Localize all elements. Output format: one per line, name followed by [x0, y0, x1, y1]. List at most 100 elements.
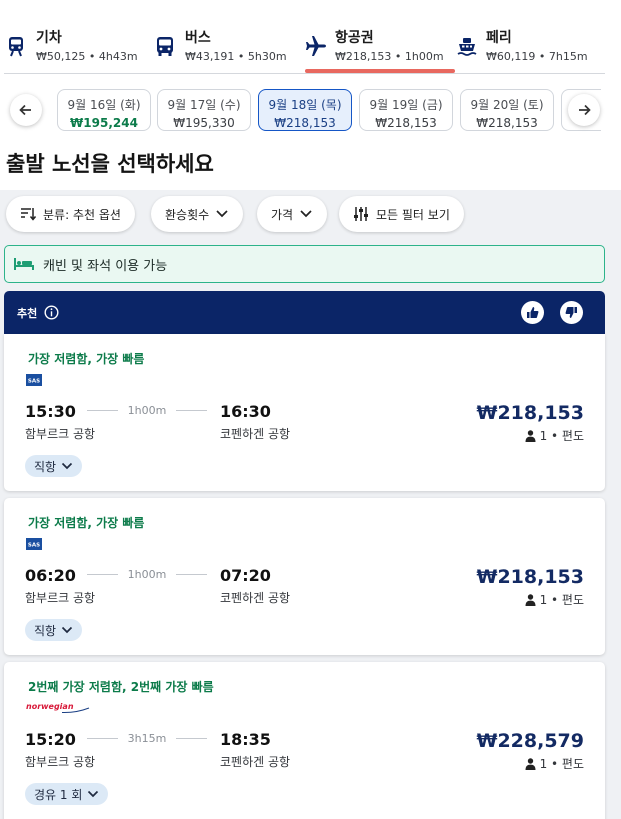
flight-tag: 가장 저렴함, 가장 빠름: [28, 352, 145, 366]
all-filters-button[interactable]: 모든 필터 보기: [339, 196, 464, 232]
ferry-icon: [456, 35, 478, 57]
arrival-airport: 코펜하겐 공항: [220, 427, 291, 441]
sas-logo: SAS: [26, 374, 42, 386]
thumbs-down-icon: [565, 307, 577, 318]
bed-icon: [14, 258, 34, 270]
page-title: 출발 노선을 선택하세요: [6, 152, 214, 176]
thumbs-up-button[interactable]: [521, 301, 544, 324]
stops-toggle[interactable]: 직항: [25, 619, 83, 641]
thumbs-up-icon: [527, 307, 539, 318]
sliders-icon: [354, 207, 368, 221]
active-tab-indicator: [305, 69, 455, 73]
tab-bus-label: 버스: [185, 30, 211, 46]
date-card-date: 9월 20일 (토): [470, 98, 544, 112]
tab-ferry[interactable]: 페리 ₩60,119 • 7h15m: [456, 22, 606, 74]
date-card-date: 9월 19일 (금): [369, 98, 443, 112]
person-icon: [525, 593, 536, 606]
info-icon[interactable]: [44, 305, 59, 320]
tab-ferry-label: 페리: [486, 30, 512, 46]
stops-label: 직항: [34, 623, 57, 638]
cabin-notice-text: 캐빈 및 좌석 이용 가능: [43, 258, 168, 274]
departure-airport: 함부르크 공항: [25, 755, 96, 769]
date-card-price: ₩218,153: [476, 116, 538, 130]
plane-icon: [305, 35, 327, 57]
svg-text:norwegian: norwegian: [26, 702, 74, 711]
bus-icon: [155, 35, 177, 57]
sort-label: 분류: 추천 옵션: [43, 207, 121, 222]
flight-tag: 2번째 가장 저렴함, 2번째 가장 빠름: [28, 680, 214, 694]
recommended-header: 추천: [4, 291, 605, 334]
flight-duration: 1h00m: [87, 568, 207, 581]
price-filter-label: 가격: [271, 207, 294, 222]
arrival-time: 16:30: [220, 402, 271, 421]
chevron-down-icon: [300, 210, 312, 218]
flight-card[interactable]: 2번째 가장 저렴함, 2번째 가장 빠름 norwegian 15:20 3h…: [4, 662, 605, 819]
flight-card[interactable]: 가장 저렴함, 가장 빠름 SAS 06:20 1h00m 07:20 함부르크…: [4, 498, 605, 655]
thumbs-down-button[interactable]: [560, 301, 583, 324]
departure-time: 06:20: [25, 566, 76, 585]
tabs-divider: [4, 73, 605, 74]
tab-train[interactable]: 기차 ₩50,125 • 4h43m: [6, 22, 146, 74]
price-meta: 1 • 편도: [525, 591, 584, 608]
flight-duration: 3h15m: [87, 732, 207, 745]
arrival-airport: 코펜하겐 공항: [220, 591, 291, 605]
person-icon: [525, 757, 536, 770]
departure-airport: 함부르크 공항: [25, 591, 96, 605]
tab-train-summary: ₩50,125 • 4h43m: [36, 50, 138, 63]
date-card-date: 9월 18일 (목): [268, 98, 342, 112]
stops-label: 직항: [34, 459, 57, 474]
departure-time: 15:30: [25, 402, 76, 421]
tab-flight[interactable]: 항공권 ₩218,153 • 1h00m: [305, 22, 455, 74]
date-card-date: 9월 16일 (화): [67, 98, 141, 112]
price-filter[interactable]: 가격: [257, 196, 328, 232]
chevron-down-icon: [88, 790, 99, 798]
chevron-down-icon: [216, 210, 228, 218]
chevron-down-icon: [61, 626, 73, 634]
date-card-price: ₩218,153: [375, 116, 437, 130]
price-meta-text: 1 • 편도: [539, 593, 584, 607]
tab-bus-summary: ₩43,191 • 5h30m: [185, 50, 287, 63]
flight-card[interactable]: 가장 저렴함, 가장 빠름 SAS 15:30 1h00m 16:30 함부르크…: [4, 334, 605, 491]
price-meta: 1 • 편도: [525, 755, 584, 772]
tab-flight-label: 항공권: [335, 30, 374, 46]
departure-airport: 함부르크 공항: [25, 427, 96, 441]
price-meta: 1 • 편도: [525, 427, 584, 444]
sas-logo: SAS: [26, 538, 42, 550]
transfers-filter[interactable]: 환승횟수: [151, 196, 244, 232]
departure-time: 15:20: [25, 730, 76, 749]
sort-button[interactable]: 분류: 추천 옵션: [6, 196, 135, 232]
arrival-time: 07:20: [220, 566, 271, 585]
flight-price: ₩218,153: [476, 402, 585, 424]
date-card[interactable]: 9월 19일 (금) ₩218,153: [359, 89, 453, 131]
date-card[interactable]: 9월 17일 (수) ₩195,330: [157, 89, 251, 131]
tab-train-label: 기차: [36, 30, 62, 46]
all-filters-label: 모든 필터 보기: [376, 207, 450, 222]
date-card-price: ₩195,330: [173, 116, 235, 130]
date-card-selected[interactable]: 9월 18일 (목) ₩218,153: [258, 89, 352, 131]
next-date-button[interactable]: [568, 94, 600, 126]
tab-bus[interactable]: 버스 ₩43,191 • 5h30m: [155, 22, 295, 74]
train-icon: [6, 35, 28, 57]
date-card[interactable]: 9월 20일 (토) ₩218,153: [460, 89, 554, 131]
stops-toggle[interactable]: 경유 1 회: [25, 783, 109, 805]
svg-text:SAS: SAS: [28, 378, 40, 384]
duration-text: 1h00m: [127, 568, 167, 581]
svg-text:SAS: SAS: [28, 542, 40, 548]
filter-bar: 분류: 추천 옵션 환승횟수 가격 모든 필터 보기: [0, 196, 621, 234]
arrival-time: 18:35: [220, 730, 271, 749]
duration-text: 3h15m: [127, 732, 167, 745]
date-selector: 9월 16일 (화) ₩195,244 9월 17일 (수) ₩195,330 …: [0, 84, 621, 136]
prev-date-button[interactable]: [10, 94, 42, 126]
sort-icon: [21, 208, 36, 221]
duration-text: 1h00m: [127, 404, 167, 417]
date-card-date: 9월 17일 (수): [167, 98, 241, 112]
stops-toggle[interactable]: 직항: [25, 455, 83, 477]
arrow-right-icon: [579, 104, 591, 116]
date-card[interactable]: 9월 16일 (화) ₩195,244: [57, 89, 151, 131]
flight-duration: 1h00m: [87, 404, 207, 417]
date-card-price: ₩195,244: [70, 116, 138, 130]
tab-flight-summary: ₩218,153 • 1h00m: [335, 50, 444, 63]
flight-price: ₩228,579: [476, 730, 585, 752]
transfers-label: 환승횟수: [165, 207, 210, 222]
cabin-notice: 캐빈 및 좌석 이용 가능: [4, 245, 605, 283]
